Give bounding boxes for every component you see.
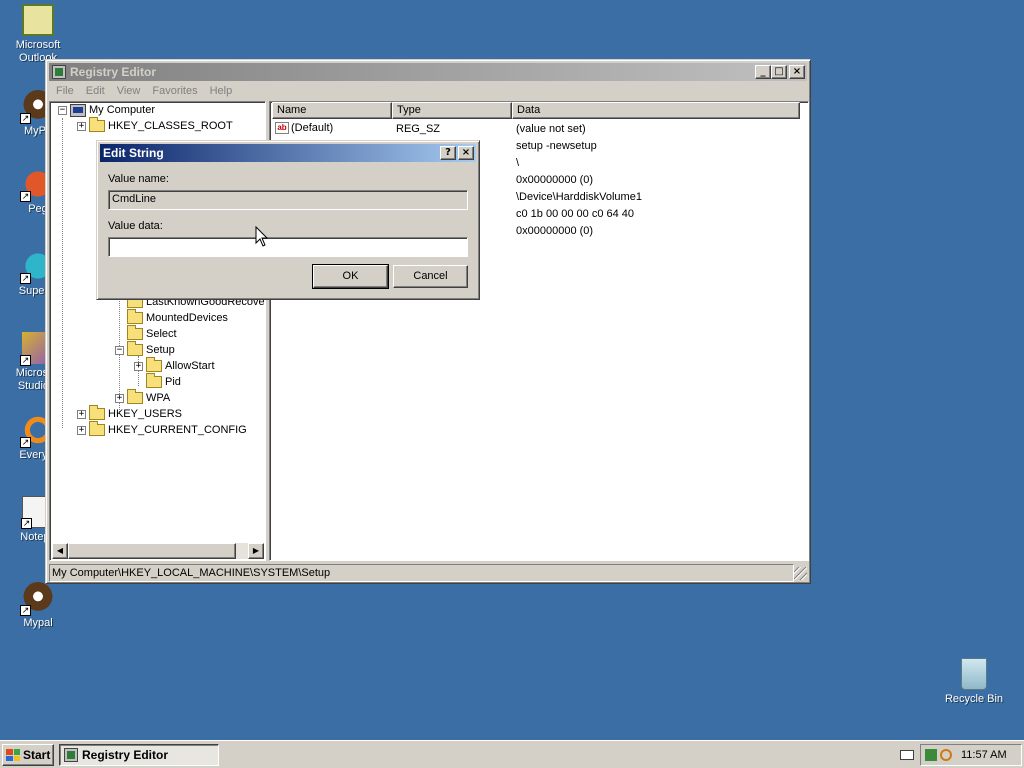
tree-item-mounteddevices[interactable]: MountedDevices <box>115 309 228 326</box>
value-row-data: c0 1b 00 00 00 c0 64 40 <box>516 208 635 220</box>
minimize-button[interactable]: _ <box>755 65 771 79</box>
value-name-field: CmdLine <box>108 190 468 210</box>
window-title: Registry Editor <box>70 65 157 79</box>
regedit-titlebar[interactable]: Registry Editor _ □ × <box>49 63 807 81</box>
menu-file[interactable]: File <box>50 85 80 97</box>
tree-item-pid[interactable]: Pid <box>134 373 181 390</box>
value-row-data: setup -newsetup <box>516 140 597 152</box>
mypal-icon: ↗ <box>20 582 54 616</box>
menu-view[interactable]: View <box>111 85 147 97</box>
cancel-button[interactable]: Cancel <box>393 265 468 288</box>
dialog-titlebar[interactable]: Edit String ? × <box>100 144 476 162</box>
collapse-icon[interactable]: − <box>115 345 124 355</box>
tree-item-hkey-classes-root[interactable]: + HKEY_CLASSES_ROOT <box>77 117 233 134</box>
value-row-data: 0x00000000 (0) <box>516 225 594 237</box>
tree-horizontal-scrollbar[interactable]: ◀ ▶ <box>52 543 264 559</box>
clock[interactable]: 11:57 AM <box>961 749 1007 761</box>
folder-icon <box>89 421 105 436</box>
help-button[interactable]: ? <box>440 146 456 160</box>
desktop-icon-mypal[interactable]: ↗ Mypal <box>0 582 76 630</box>
mouse-cursor-icon <box>255 226 269 247</box>
windows-logo-icon <box>6 749 20 761</box>
expand-icon[interactable]: + <box>77 409 86 419</box>
taskbar: Start Registry Editor 11:57 AM <box>0 740 1024 768</box>
string-value-icon: ab <box>275 122 289 135</box>
scroll-right-button[interactable]: ▶ <box>248 543 264 559</box>
resize-grip-icon[interactable] <box>794 567 807 580</box>
outlook-icon <box>22 4 54 36</box>
tree-line <box>62 118 63 428</box>
search-icon[interactable] <box>940 749 952 761</box>
desktop-icon-label: Mypal <box>23 617 53 629</box>
ok-button[interactable]: OK <box>312 264 389 289</box>
scroll-left-button[interactable]: ◀ <box>52 543 68 559</box>
value-row-type: REG_SZ <box>396 123 441 135</box>
maximize-button[interactable]: □ <box>771 65 787 79</box>
folder-open-icon <box>127 341 143 356</box>
folder-icon <box>89 405 105 420</box>
menu-favorites[interactable]: Favorites <box>146 85 203 97</box>
folder-icon <box>146 357 162 372</box>
tree-item-wpa[interactable]: + WPA <box>115 389 170 406</box>
expand-icon[interactable]: + <box>115 393 124 403</box>
value-data-label: Value data: <box>108 220 163 232</box>
close-button[interactable]: × <box>789 65 805 79</box>
value-row-data: 0x00000000 (0) <box>516 174 594 186</box>
tree-item-setup[interactable]: − Setup <box>115 341 175 358</box>
folder-icon <box>127 325 143 340</box>
folder-icon <box>127 309 143 324</box>
expand-icon[interactable]: + <box>77 425 86 435</box>
folder-icon <box>89 117 105 132</box>
edit-string-dialog: Edit String ? × Value name: CmdLine Valu… <box>96 140 480 300</box>
folder-icon <box>146 373 162 388</box>
menu-bar: File Edit View Favorites Help <box>50 82 238 100</box>
value-row-name[interactable]: ab (Default) <box>275 121 333 135</box>
close-button[interactable]: × <box>458 146 474 160</box>
value-row-data: (value not set) <box>516 123 586 135</box>
value-data-input[interactable] <box>108 237 468 257</box>
collapse-icon[interactable]: − <box>58 105 67 115</box>
menu-edit[interactable]: Edit <box>80 85 111 97</box>
desktop-icon-recycle-bin[interactable]: Recycle Bin <box>936 658 1012 706</box>
desktop-icon-outlook[interactable]: Microsoft Outlook <box>0 4 76 65</box>
tree-item-select[interactable]: Select <box>115 325 177 342</box>
desktop-icon-label: Recycle Bin <box>944 693 1004 705</box>
folder-icon <box>127 389 143 404</box>
network-icon[interactable] <box>925 749 937 761</box>
column-header-name[interactable]: Name <box>272 102 392 119</box>
status-bar: My Computer\HKEY_LOCAL_MACHINE\SYSTEM\Se… <box>49 564 794 582</box>
computer-icon <box>70 103 86 117</box>
tree-item-hkey-users[interactable]: + HKEY_USERS <box>77 405 182 422</box>
scroll-thumb[interactable] <box>68 543 236 559</box>
expand-icon[interactable]: + <box>77 121 86 131</box>
registry-editor-window: Registry Editor _ □ × File Edit View Fav… <box>45 59 811 584</box>
tree-item-allowstart[interactable]: + AllowStart <box>134 357 215 374</box>
column-header-type[interactable]: Type <box>392 102 512 119</box>
menu-help[interactable]: Help <box>204 85 239 97</box>
tree-item-my-computer[interactable]: − My Computer <box>58 102 155 118</box>
value-row-data: \ <box>516 157 520 169</box>
dialog-title: Edit String <box>103 146 164 160</box>
taskbar-button-registry-editor[interactable]: Registry Editor <box>59 744 219 766</box>
start-button[interactable]: Start <box>2 744 54 766</box>
tree-item-hkey-current-config[interactable]: + HKEY_CURRENT_CONFIG <box>77 421 247 438</box>
regedit-app-icon <box>52 65 66 79</box>
keyboard-icon[interactable] <box>900 750 914 760</box>
system-tray: 11:57 AM <box>920 744 1022 766</box>
expand-icon[interactable]: + <box>134 361 143 371</box>
value-row-data: \Device\HarddiskVolume1 <box>516 191 642 203</box>
value-name-label: Value name: <box>108 173 169 185</box>
column-header-data[interactable]: Data <box>512 102 800 119</box>
recycle-bin-icon <box>961 658 987 690</box>
regedit-app-icon <box>64 748 78 762</box>
